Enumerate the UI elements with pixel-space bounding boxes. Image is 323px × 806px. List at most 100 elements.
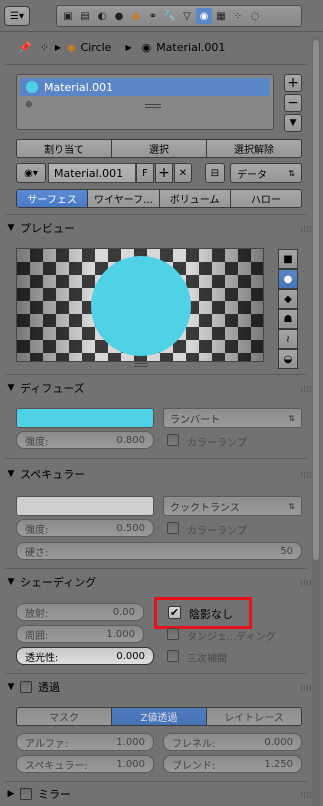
specular-shader-select[interactable]: クックトランス ⇅ [163, 496, 302, 516]
specular-intensity-field[interactable]: 強度: 0.500 [16, 519, 154, 537]
transparency-mode-tabs: マスク Z値透過 レイトレース [16, 707, 302, 726]
render-layers-icon[interactable]: ▤ [77, 8, 93, 24]
diffuse-shader-select[interactable]: ランバート ⇅ [163, 408, 302, 428]
mirror-panel-header[interactable]: ▶ ミラー [5, 783, 307, 805]
constraints-icon[interactable]: ⚭ [145, 8, 161, 24]
field-value: 50 [280, 545, 293, 557]
expand-triangle-icon: ▼ [7, 383, 15, 393]
preview-hair-icon[interactable]: ≀ [278, 329, 298, 349]
tab-raytrace[interactable]: レイトレース [207, 708, 301, 725]
fresnel-field[interactable]: フレネル: 0.000 [163, 733, 302, 751]
specular-alpha-field[interactable]: スペキュラー: 1.000 [16, 755, 154, 773]
field-value: 1.000 [106, 628, 135, 640]
object-icon[interactable]: ◆ [128, 8, 144, 24]
field-label: スペキュラー: [25, 760, 88, 772]
object-cube-icon: ◆ [67, 40, 76, 54]
specular-ramp-checkbox[interactable] [167, 522, 179, 534]
translucency-field[interactable]: 透光性: 0.000 [16, 647, 154, 665]
scrollbar-track[interactable] [312, 36, 320, 806]
specular-color-swatch[interactable] [16, 496, 154, 516]
scrollbar-thumb[interactable] [313, 40, 319, 560]
diffuse-panel-header[interactable]: ▼ ディフューズ [5, 377, 307, 399]
panel-title: シェーディング [20, 576, 97, 589]
transparency-checkbox[interactable] [20, 681, 32, 693]
expand-triangle-icon: ▼ [7, 223, 15, 233]
texture-icon[interactable]: ▦ [213, 8, 229, 24]
world-icon[interactable]: ● [111, 8, 127, 24]
material-icon[interactable]: ◉ [196, 8, 212, 24]
field-label: ブレンド: [172, 760, 216, 772]
emit-field[interactable]: 放射: 0.00 [16, 603, 144, 621]
object-data-icon[interactable]: ▽ [179, 8, 195, 24]
shadeless-checkbox[interactable]: ✔ [168, 606, 181, 619]
field-label: 透光性: [25, 652, 59, 664]
field-label: 強度: [25, 524, 49, 536]
slot-specials-button[interactable]: ▼ [284, 114, 302, 132]
remove-slot-button[interactable]: − [284, 94, 302, 112]
tab-volume[interactable]: ボリューム [159, 190, 231, 207]
field-value: 0.000 [264, 736, 293, 748]
tab-wire[interactable]: ワイヤーフ... [88, 190, 160, 207]
alpha-field[interactable]: アルファ: 1.000 [16, 733, 154, 751]
assign-button[interactable]: 割り当て [17, 140, 112, 157]
scene-icon: ⁘ [39, 40, 49, 54]
updown-icon: ⇅ [288, 413, 295, 423]
filter-icon[interactable]: ⊕ [25, 100, 33, 110]
field-value: 0.800 [116, 434, 145, 446]
list-item[interactable]: Material.001 [20, 78, 270, 96]
material-sphere-icon: ◉ [141, 40, 152, 54]
material-name-field[interactable]: Material.001 [48, 163, 136, 183]
preview-sky-icon[interactable]: ◒ [278, 349, 298, 369]
field-value: 0.000 [116, 650, 145, 662]
physics-icon[interactable]: ◌ [247, 8, 263, 24]
render-icon[interactable]: ▣ [60, 8, 76, 24]
updown-icon: ⇅ [288, 168, 295, 178]
node-tree-icon[interactable]: ⊟ [205, 163, 225, 183]
chevron-right-icon: ▶ [54, 42, 62, 52]
diffuse-shader-label: ランバート [170, 414, 220, 426]
ambient-field[interactable]: 周囲: 1.000 [16, 625, 144, 643]
tab-z-transparency[interactable]: Z値透過 [112, 708, 207, 725]
select-button[interactable]: 選択 [112, 140, 207, 157]
fake-user-button[interactable]: F [136, 163, 154, 183]
preview-monkey-icon[interactable]: ☗ [278, 309, 298, 329]
diffuse-color-swatch[interactable] [16, 408, 154, 428]
field-label: 硬さ: [25, 547, 49, 559]
preview-panel-header[interactable]: ▼ プレビュー [5, 217, 307, 239]
preview-sphere-icon[interactable]: ● [278, 269, 298, 289]
add-slot-button[interactable]: + [284, 74, 302, 92]
field-value: 0.00 [112, 606, 135, 618]
preview-flat-icon[interactable]: ■ [278, 249, 298, 269]
specular-panel-header[interactable]: ▼ スペキュラー [5, 463, 307, 485]
diffuse-ramp-checkbox[interactable] [167, 434, 179, 446]
scene-icon[interactable]: ◐ [94, 8, 110, 24]
transparency-panel-header[interactable]: ▼ 透過 [5, 676, 307, 698]
cubic-interpolation-checkbox[interactable] [167, 650, 179, 662]
material-preview [16, 248, 264, 362]
browse-material-button[interactable]: ◉▾ [16, 163, 46, 183]
tab-halo[interactable]: ハロー [230, 190, 301, 207]
expand-triangle-icon: ▼ [7, 469, 15, 479]
link-type-select[interactable]: データ ⇅ [230, 163, 302, 183]
resize-handle[interactable] [145, 104, 161, 108]
mirror-checkbox[interactable] [20, 788, 32, 800]
blend-field[interactable]: ブレンド: 1.250 [163, 755, 302, 773]
preview-sphere [91, 256, 191, 356]
tangent-shading-checkbox[interactable] [167, 628, 179, 640]
shading-panel-header[interactable]: ▼ シェーディング [5, 571, 307, 593]
specular-ramp-label: カラーランプ [187, 526, 247, 537]
unlink-icon[interactable]: ✕ [174, 163, 192, 183]
cubic-interpolation-label: 三次補間 [187, 654, 227, 665]
modifiers-icon[interactable]: 🔧 [162, 8, 178, 24]
particles-icon[interactable]: ⁘ [230, 8, 246, 24]
tab-surface[interactable]: サーフェス [17, 190, 89, 207]
new-material-button[interactable]: + [155, 163, 173, 183]
tab-mask[interactable]: マスク [17, 708, 112, 725]
preview-cube-icon[interactable]: ◆ [278, 289, 298, 309]
resize-handle[interactable] [134, 363, 148, 367]
specular-hardness-field[interactable]: 硬さ: 50 [16, 542, 302, 560]
deselect-button[interactable]: 選択解除 [207, 140, 301, 157]
pin-icon[interactable]: 📌 [18, 41, 32, 54]
editor-type-button[interactable]: ☰▾ [4, 6, 30, 26]
diffuse-intensity-field[interactable]: 強度: 0.800 [16, 431, 154, 449]
